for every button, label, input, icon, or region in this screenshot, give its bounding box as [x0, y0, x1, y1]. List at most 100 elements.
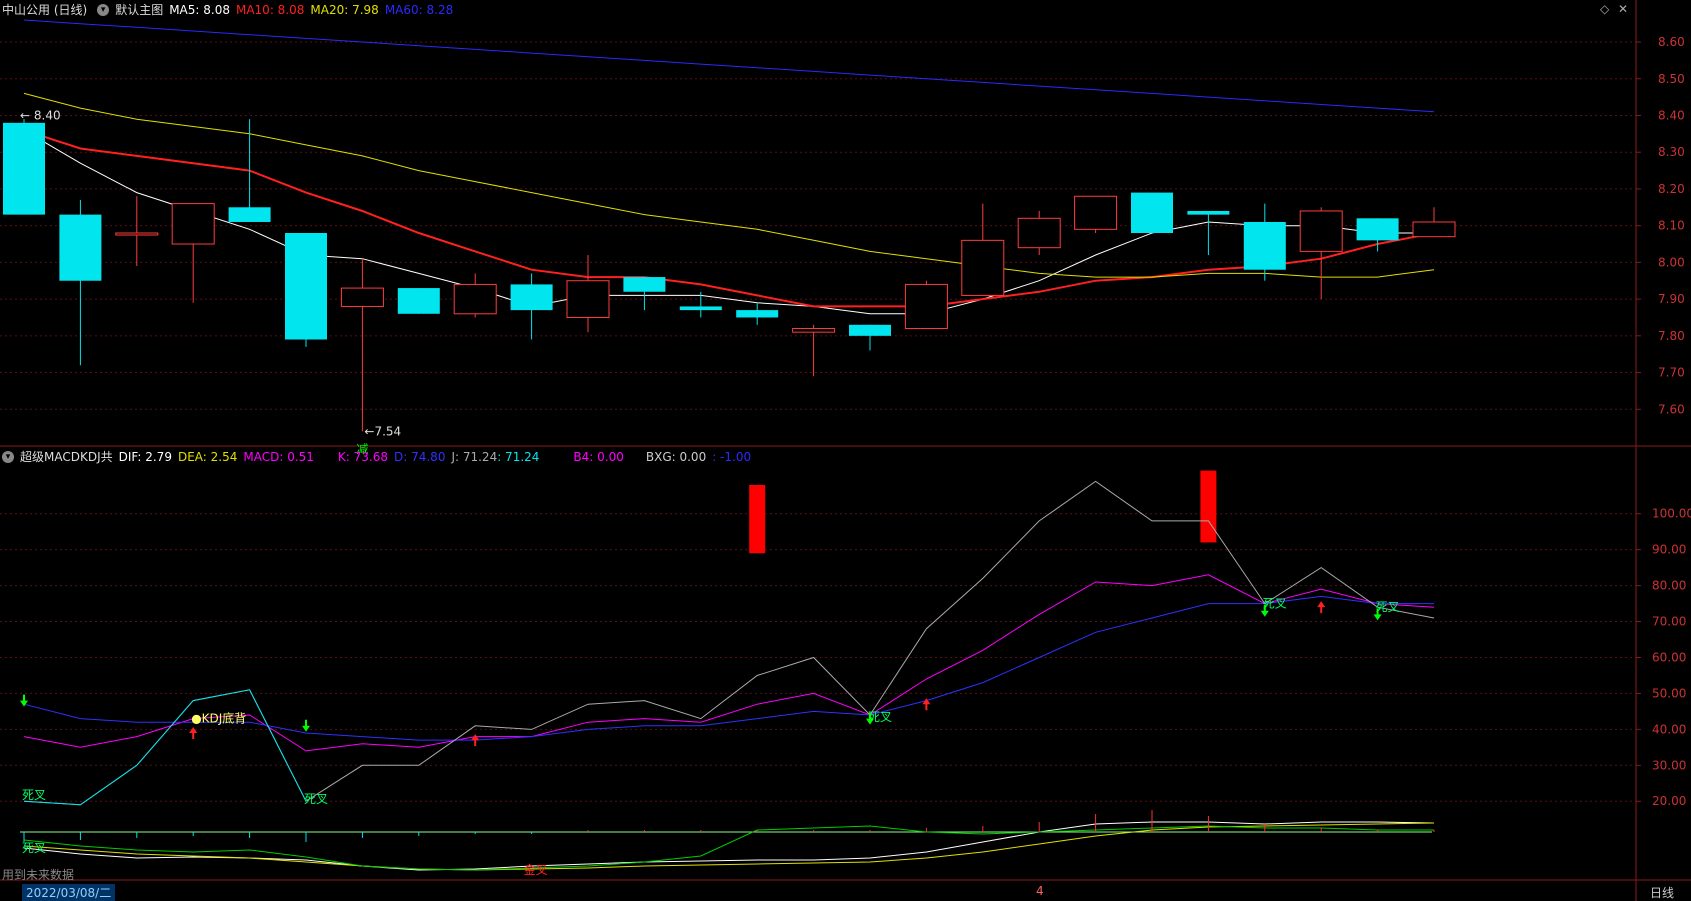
indicator-tick-label: 20.00: [1652, 794, 1686, 808]
candle-body: [679, 306, 722, 311]
chart-template-name[interactable]: 默认主图: [115, 0, 163, 20]
indicator-name[interactable]: 超级MACDKDJ共: [20, 447, 113, 467]
low-price-label: ←7.54: [364, 424, 401, 438]
ma20-line: [23, 92, 1435, 278]
j2-value: : 71.24: [497, 450, 540, 464]
candle-body: [340, 287, 384, 307]
down-arrow-icon: [302, 719, 310, 732]
dea-value: DEA: 2.54: [177, 450, 238, 464]
dif-value: DIF: 2.79: [118, 450, 172, 464]
main-chart-header: 中山公用 (日线) ▾ 默认主图 MA5: 8.08 MA10: 8.08 MA…: [0, 0, 459, 20]
candle-body: [285, 233, 327, 340]
candlestick-series: ← 8.40←7.54减: [3, 108, 1456, 456]
candle-body: [1017, 217, 1061, 249]
candle-body: [849, 324, 891, 336]
ma5-line: [23, 129, 1434, 315]
signal-annotation: 金叉: [524, 862, 548, 877]
stock-title[interactable]: 中山公用 (日线): [2, 0, 87, 20]
j-cyan-segment: [23, 689, 307, 806]
candle-body: [115, 232, 159, 236]
candle-body: [1356, 218, 1399, 241]
price-tick-label: 8.10: [1658, 219, 1685, 233]
price-axis: 8.60 8.50 8.40 8.30 8.20 8.10 8.00 7.90 7.80 7.70…: [1636, 35, 1691, 808]
indicator-tick-label: 30.00: [1652, 758, 1686, 772]
macd-green-line: [23, 825, 1434, 871]
candle-body: [961, 239, 1005, 296]
price-tick-label: 8.00: [1658, 255, 1685, 269]
period-label[interactable]: 日线: [1650, 884, 1674, 901]
candle-body: [1074, 195, 1118, 230]
bxg2-value: : -1.00: [712, 450, 752, 464]
indicator-tick-label: 40.00: [1652, 722, 1686, 736]
signal-annotation: 死叉: [22, 788, 46, 802]
up-arrow-icon: [471, 734, 480, 747]
indicator-header: ▾ 超级MACDKDJ共 DIF: 2.79 DEA: 2.54 MACD: 0…: [0, 447, 757, 467]
candle-body: [453, 283, 497, 315]
j-value: J: 71.24: [451, 450, 498, 464]
ma60-line: [23, 19, 1435, 113]
indicator-tick-label: 100.00: [1652, 507, 1691, 521]
future-data-note: 用到未来数据: [2, 868, 75, 882]
up-arrow-icon: [189, 726, 198, 739]
candle-body: [736, 310, 779, 318]
price-tick-label: 8.20: [1658, 182, 1685, 196]
dif-line: [23, 821, 1435, 871]
candle-body: [792, 327, 836, 333]
macd-value: MACD: 0.51: [243, 450, 314, 464]
price-tick-label: 7.70: [1658, 366, 1685, 380]
collapse-icon[interactable]: ▾: [97, 4, 110, 16]
indicator-collapse-icon[interactable]: ▾: [2, 451, 14, 463]
indicator-tick-label: 60.00: [1652, 650, 1686, 664]
signal-annotation: 死叉: [1263, 597, 1287, 611]
indicator-tick-label: 90.00: [1652, 543, 1686, 557]
close-icon[interactable]: ✕: [1618, 2, 1628, 16]
indicator-tick-label: 70.00: [1652, 615, 1686, 629]
candle-body: [1412, 221, 1456, 238]
month-mark: 4: [1036, 884, 1044, 898]
signal-annotation: 死叉: [1376, 600, 1400, 614]
signal-annotation: 死叉: [304, 792, 328, 806]
indicator-tick-label: 80.00: [1652, 579, 1686, 593]
b4-value: B4: 0.00: [573, 450, 624, 464]
dea-line: [23, 822, 1435, 871]
candle-body: [59, 214, 102, 281]
candle-body: [1243, 221, 1286, 270]
price-tick-label: 8.30: [1658, 145, 1685, 159]
candle-body: [566, 280, 610, 318]
bxg-value: BXG: 0.00: [645, 450, 707, 464]
indicator-series: 死叉●KDJ底背死叉死叉死叉 死叉死叉金叉: [20, 470, 1435, 877]
ma60-value: MA60: 8.28: [384, 3, 454, 17]
d-value: D: 74.80: [394, 450, 446, 464]
cursor-date[interactable]: 2022/03/08/二: [22, 884, 116, 901]
ma5-value: MA5: 8.08: [169, 3, 230, 17]
diamond-icon[interactable]: ◇: [1600, 2, 1609, 16]
j-line: [23, 480, 1435, 806]
ma10-value: MA10: 8.08: [235, 3, 305, 17]
candle-body: [171, 203, 215, 245]
candle-body: [397, 288, 440, 314]
price-tick-label: 8.40: [1658, 108, 1685, 122]
price-tick-label: 7.80: [1658, 329, 1685, 343]
candle-body: [904, 283, 948, 329]
k-value: K: 73.68: [337, 450, 388, 464]
signal-annotation: 死叉: [22, 841, 46, 855]
candle-body: [1131, 192, 1173, 233]
up-arrow-icon: [1317, 601, 1326, 614]
signal-bar: [1200, 470, 1217, 543]
price-tick-label: 7.90: [1658, 292, 1685, 306]
price-tick-label: 8.60: [1658, 35, 1685, 49]
candle-body: [1299, 210, 1343, 252]
signal-annotation: ●KDJ底背: [191, 711, 246, 726]
ma20-value: MA20: 7.98: [310, 3, 379, 17]
moving-average-lines: [23, 19, 1435, 315]
candle-body: [228, 207, 271, 222]
high-price-label: ← 8.40: [20, 108, 61, 122]
price-tick-label: 7.60: [1658, 402, 1685, 416]
indicator-tick-label: 50.00: [1652, 686, 1686, 700]
candle-body: [623, 277, 666, 292]
signal-bar: [749, 484, 766, 554]
price-tick-label: 8.50: [1658, 72, 1685, 86]
candle-body: [3, 122, 45, 215]
candle-body: [1187, 210, 1230, 215]
candle-body: [510, 284, 553, 311]
